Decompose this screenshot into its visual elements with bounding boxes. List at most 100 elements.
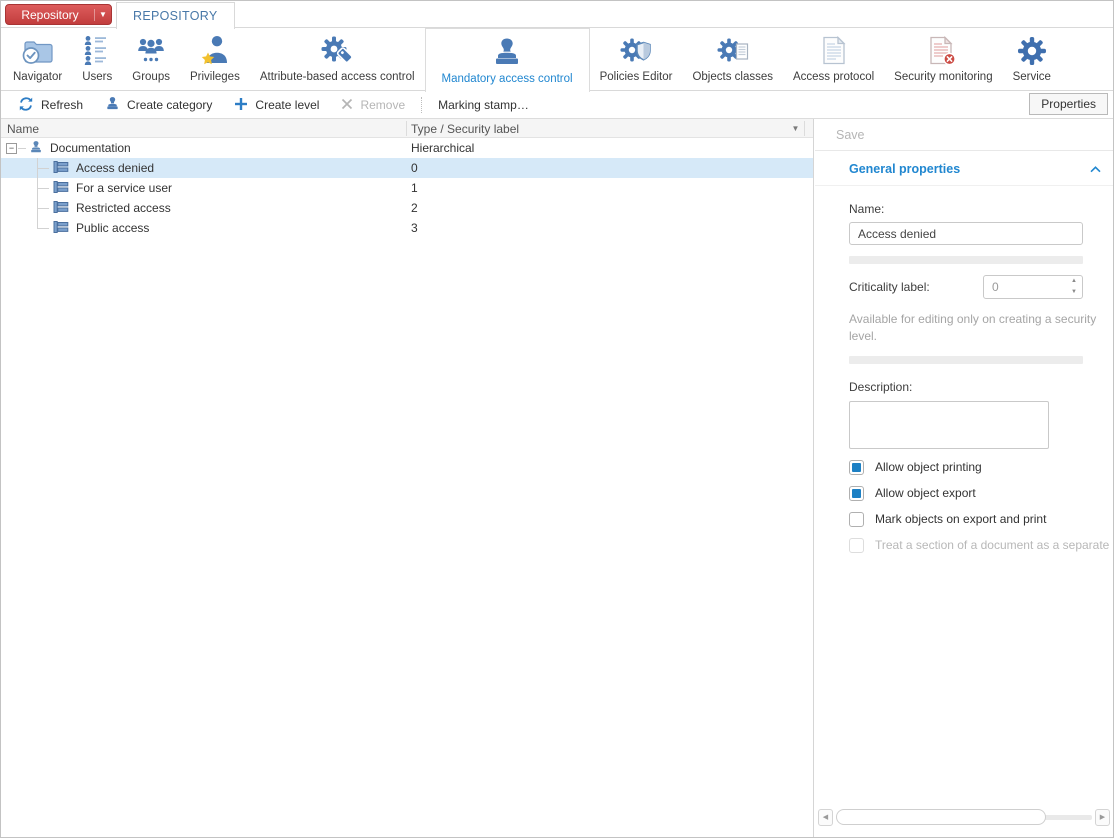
ribbon-item-attribute-based-access-control[interactable]: Attribute-based access control [250, 28, 425, 90]
table-row-public-access[interactable]: Public access 3 [1, 218, 813, 238]
scroll-right-icon[interactable]: ▶ [1095, 809, 1110, 826]
table-row-restricted-access[interactable]: Restricted access 2 [1, 198, 813, 218]
column-divider[interactable] [406, 121, 407, 136]
column-header-name[interactable]: Name [7, 122, 39, 136]
row-type: 3 [411, 221, 418, 235]
ribbon-item-policies-editor[interactable]: Policies Editor [590, 28, 683, 90]
name-input[interactable] [849, 222, 1083, 245]
toolbar: Refresh Create category [1, 92, 1113, 118]
table-row-access-denied[interactable]: Access denied 0 [1, 158, 813, 178]
chevron-down-icon: ▼ [94, 9, 111, 21]
properties-button[interactable]: Properties [1029, 93, 1108, 115]
row-type: 2 [411, 201, 418, 215]
refresh-button[interactable]: Refresh [7, 93, 94, 117]
checkbox-label: Mark objects on export and print [875, 512, 1046, 526]
gear-icon [1017, 32, 1047, 71]
checkbox-checked-icon[interactable] [849, 460, 864, 475]
ribbon-item-label: Access protocol [793, 71, 874, 83]
create-level-label: Create level [255, 98, 319, 112]
repository-menu-button[interactable]: Repository ▼ [5, 4, 112, 25]
divider [815, 185, 1113, 186]
security-level-icon [53, 220, 69, 237]
column-menu-arrow-icon[interactable]: ▼ [788, 119, 803, 138]
refresh-icon [18, 96, 34, 115]
ribbon-item-service[interactable]: Service [1003, 28, 1061, 90]
ribbon: Navigator Users [1, 28, 1113, 91]
ribbon-item-label: Mandatory access control [442, 73, 573, 85]
name-field-label: Name: [849, 202, 1113, 216]
ribbon-item-mandatory-access-control[interactable]: Mandatory access control [425, 28, 590, 92]
row-name: Documentation [50, 141, 131, 155]
main-area: Name Type / Security label ▼ − [1, 118, 1113, 837]
remove-button[interactable]: Remove [330, 93, 416, 117]
tree-connector [37, 218, 50, 238]
tree-connector [37, 198, 50, 218]
ribbon-item-groups[interactable]: Groups [122, 28, 180, 90]
create-category-label: Create category [127, 98, 212, 112]
description-textarea[interactable] [849, 401, 1049, 449]
security-level-icon [53, 160, 69, 177]
ribbon-item-label: Navigator [13, 71, 62, 83]
properties-button-label: Properties [1041, 97, 1096, 111]
description-field-label: Description: [849, 380, 1113, 394]
row-name: Restricted access [76, 201, 171, 215]
row-name: Access denied [76, 161, 154, 175]
stepper-down-icon[interactable]: ▼ [1066, 287, 1082, 298]
close-icon [341, 98, 353, 113]
groups-icon [136, 32, 166, 71]
checkbox-mark-objects-on-export-and-print[interactable]: Mark objects on export and print [849, 512, 1113, 527]
marking-stamp-button[interactable]: Marking stamp… [427, 93, 540, 117]
stamp-icon [105, 96, 120, 114]
separator-bar [849, 256, 1083, 264]
general-properties-section-header[interactable]: General properties [815, 162, 1113, 176]
create-level-button[interactable]: Create level [223, 93, 330, 117]
collapse-icon[interactable]: − [6, 143, 17, 154]
stepper-up-icon[interactable]: ▲ [1066, 276, 1082, 287]
column-divider [804, 121, 805, 136]
checkbox-unchecked-icon [849, 538, 864, 553]
ribbon-item-security-monitoring[interactable]: Security monitoring [884, 28, 1002, 90]
scroll-left-icon[interactable]: ◀ [818, 809, 833, 826]
ribbon-item-privileges[interactable]: Privileges [180, 28, 250, 90]
divider [815, 150, 1113, 151]
checkbox-label: Treat a section of a document as a separ… [875, 538, 1113, 552]
criticality-stepper[interactable]: 0 ▲ ▼ [983, 275, 1083, 299]
column-header-type[interactable]: Type / Security label [411, 122, 519, 136]
scrollbar-thumb[interactable] [836, 809, 1046, 825]
tab-strip: Repository ▼ REPOSITORY [1, 1, 1113, 28]
security-level-icon [53, 180, 69, 197]
tree-connector [18, 148, 26, 149]
ribbon-item-label: Attribute-based access control [260, 71, 415, 83]
refresh-label: Refresh [41, 98, 83, 112]
row-name: For a service user [76, 181, 172, 195]
ribbon-item-objects-classes[interactable]: Objects classes [682, 28, 783, 90]
properties-panel: Save General properties Name: Criticalit… [815, 119, 1113, 837]
ribbon-item-users[interactable]: Users [72, 28, 122, 90]
ribbon-item-navigator[interactable]: Navigator [3, 28, 72, 90]
tab-repository[interactable]: REPOSITORY [116, 2, 235, 29]
horizontal-scrollbar: ◀ ▶ [818, 809, 1110, 826]
checkbox-allow-object-printing[interactable]: Allow object printing [849, 460, 1113, 475]
tree-header: Name Type / Security label ▼ [1, 119, 813, 138]
app-window: Repository ▼ REPOSITORY Navigator [0, 0, 1114, 838]
criticality-hint-text: Available for editing only on creating a… [849, 311, 1097, 345]
table-row-documentation[interactable]: − Documentation Hierarchical [1, 138, 813, 158]
checkbox-checked-icon[interactable] [849, 486, 864, 501]
save-button[interactable]: Save [836, 128, 1113, 142]
row-type: Hierarchical [411, 141, 474, 155]
document-icon [822, 32, 846, 71]
row-name: Public access [76, 221, 149, 235]
separator-bar [849, 356, 1083, 364]
create-category-button[interactable]: Create category [94, 93, 223, 117]
table-row-for-a-service-user[interactable]: For a service user 1 [1, 178, 813, 198]
row-type: 0 [411, 161, 418, 175]
ribbon-item-access-protocol[interactable]: Access protocol [783, 28, 884, 90]
checkbox-allow-object-export[interactable]: Allow object export [849, 486, 1113, 501]
checkbox-unchecked-icon[interactable] [849, 512, 864, 527]
tree-connector [37, 178, 50, 198]
chevron-up-icon[interactable] [1090, 162, 1101, 176]
stamp-icon [29, 140, 43, 157]
stamp-icon [491, 33, 523, 73]
checkbox-label: Allow object export [875, 486, 976, 500]
marking-stamp-label: Marking stamp… [438, 98, 529, 112]
